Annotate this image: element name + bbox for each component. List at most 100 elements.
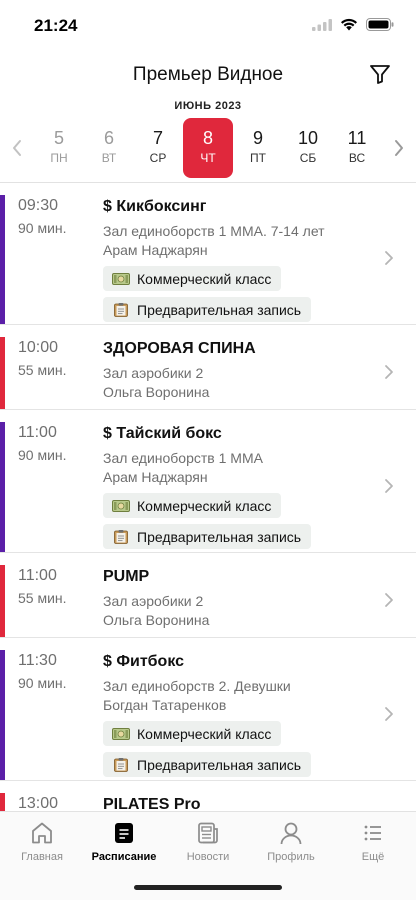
class-color-bar — [0, 650, 5, 780]
class-title: $ Фитбокс — [103, 653, 185, 670]
day-6[interactable]: 6 ВТ — [84, 118, 134, 178]
schedule-icon — [115, 823, 133, 843]
filter-icon[interactable] — [368, 62, 392, 86]
class-duration: 55 мин. — [18, 362, 67, 378]
class-card[interactable]: 11:00 90 мин. $ Тайский бокс Зал единоборст… — [0, 410, 416, 553]
class-color-bar — [0, 422, 5, 552]
day-number: 6 — [103, 128, 114, 148]
commercial-badge: Коммерческий класс — [103, 493, 282, 518]
class-title: PILATES Pro — [103, 796, 201, 811]
more-icon — [364, 825, 381, 841]
badge-label: Предварительная запись — [137, 301, 302, 318]
month-label: ИЮНЬ 2023 — [174, 100, 242, 112]
badge-label: Предварительная запись — [137, 528, 302, 545]
chevron-right-icon[interactable] — [384, 478, 394, 494]
day-9[interactable]: 9 ПТ — [233, 118, 283, 178]
home-icon — [32, 822, 52, 844]
class-card[interactable]: 09:30 90 мин. $ Кикбоксинг Зал единоборств … — [0, 183, 416, 325]
badge-label: Коммерческий класс — [137, 270, 272, 287]
chevron-right-icon[interactable] — [384, 364, 394, 380]
tab-label: Главная — [21, 851, 63, 863]
tab-label: Ещё — [361, 851, 385, 863]
class-list: 09:30 90 мин. $ Кикбоксинг Зал единоборств … — [0, 183, 416, 811]
pre-registration-badge: Предварительная запись — [103, 524, 312, 549]
class-title: ЗДОРОВАЯ СПИНА — [103, 340, 256, 357]
badge-label: Коммерческий класс — [137, 497, 272, 514]
class-card[interactable]: 13:00 PILATES Pro — [0, 781, 416, 811]
day-10[interactable]: 10 СБ — [283, 118, 333, 178]
money-icon — [112, 499, 130, 512]
page-title: Премьер Видное — [132, 64, 284, 85]
class-details: $ Тайский бокс Зал единоборств 1 MMA Арам … — [103, 424, 376, 549]
commercial-badge: Коммерческий класс — [103, 721, 282, 746]
commercial-badge: Коммерческий класс — [103, 266, 282, 291]
class-trainer: Арам Наджарян — [103, 469, 208, 485]
day-of-week: ВС — [348, 151, 366, 165]
chevron-right-icon[interactable] — [384, 250, 394, 266]
class-trainer: Ольга Воронина — [103, 612, 210, 628]
class-duration: 90 мин. — [18, 220, 67, 236]
class-trainer: Арам Наджарян — [103, 242, 208, 258]
status-bar: 21:24 — [0, 0, 416, 52]
tab-home[interactable]: Главная — [2, 820, 82, 863]
day-number: 8 — [202, 128, 213, 148]
class-details: PILATES Pro — [103, 795, 376, 811]
money-icon — [112, 272, 130, 285]
chevron-right-icon[interactable] — [384, 592, 394, 608]
class-card[interactable]: 10:00 55 мин. ЗДОРОВАЯ СПИНА Зал аэробики 2… — [0, 325, 416, 410]
class-details: $ Кикбоксинг Зал единоборств 1 MMA. 7-14 … — [103, 197, 376, 322]
day-of-week: СБ — [299, 151, 317, 165]
tab-label: Новости — [186, 851, 230, 863]
news-icon — [198, 822, 218, 844]
day-5[interactable]: 5 ПН — [34, 118, 84, 178]
prev-week-chevron-icon[interactable] — [8, 136, 26, 160]
class-room: Зал единоборств 2. Девушки — [103, 678, 291, 694]
class-details: $ Фитбокс Зал единоборств 2. Девушки Богда… — [103, 652, 376, 777]
clipboard-icon — [114, 529, 128, 544]
day-of-week: СР — [149, 151, 167, 165]
class-color-bar — [0, 337, 5, 409]
class-room: Зал единоборств 1 MMA. 7-14 лет — [103, 223, 325, 239]
class-color-bar — [0, 793, 5, 811]
pre-registration-badge: Предварительная запись — [103, 752, 312, 777]
class-title: $ Кикбоксинг — [103, 198, 207, 215]
battery-icon — [366, 18, 394, 31]
class-card[interactable]: 11:30 90 мин. $ Фитбокс Зал единоборств 2. … — [0, 638, 416, 781]
clipboard-icon — [114, 302, 128, 317]
class-time: 11:30 — [18, 652, 57, 669]
day-of-week: ВТ — [101, 151, 117, 165]
day-of-week: ПН — [50, 151, 68, 165]
status-icons — [312, 18, 394, 31]
class-room: Зал единоборств 1 MMA — [103, 450, 263, 466]
pre-registration-badge: Предварительная запись — [103, 297, 312, 322]
class-card[interactable]: 11:00 55 мин. PUMP Зал аэробики 2 Ольга Воро… — [0, 553, 416, 638]
day-8[interactable]: 8 ЧТ — [183, 118, 233, 178]
day-number: 11 — [347, 128, 367, 148]
class-time: 09:30 — [18, 197, 59, 214]
class-title: PUMP — [103, 568, 150, 585]
home-indicator — [134, 885, 282, 890]
day-number: 9 — [252, 128, 263, 148]
class-room: Зал аэробики 2 — [103, 365, 204, 381]
class-details: ЗДОРОВАЯ СПИНА Зал аэробики 2 Ольга Ворони… — [103, 339, 376, 402]
week-picker: 5 ПН 6 ВТ 7 СР 8 ЧТ 9 ПТ 10 СБ 11 ВС — [0, 118, 416, 180]
class-trainer: Богдан Татаренков — [103, 697, 227, 713]
chevron-right-icon[interactable] — [384, 706, 394, 722]
tab-news[interactable]: Новости — [168, 820, 248, 863]
tab-more[interactable]: Ещё — [333, 820, 413, 863]
class-duration: 90 мин. — [18, 447, 67, 463]
class-time: 13:00 — [18, 795, 59, 811]
tab-profile[interactable]: Профиль — [251, 820, 331, 863]
tab-label: Профиль — [267, 851, 315, 863]
signal-icon — [312, 18, 332, 31]
next-week-chevron-icon[interactable] — [390, 136, 408, 160]
tab-schedule[interactable]: Расписание — [84, 820, 164, 863]
badge-label: Коммерческий класс — [137, 725, 272, 742]
profile-icon — [280, 822, 302, 845]
badge-label: Предварительная запись — [137, 756, 302, 773]
class-details: PUMP Зал аэробики 2 Ольга Воронина — [103, 567, 376, 630]
day-7[interactable]: 7 СР — [133, 118, 183, 178]
class-trainer: Ольга Воронина — [103, 384, 210, 400]
class-room: Зал аэробики 2 — [103, 593, 204, 609]
day-11[interactable]: 11 ВС — [332, 118, 382, 178]
